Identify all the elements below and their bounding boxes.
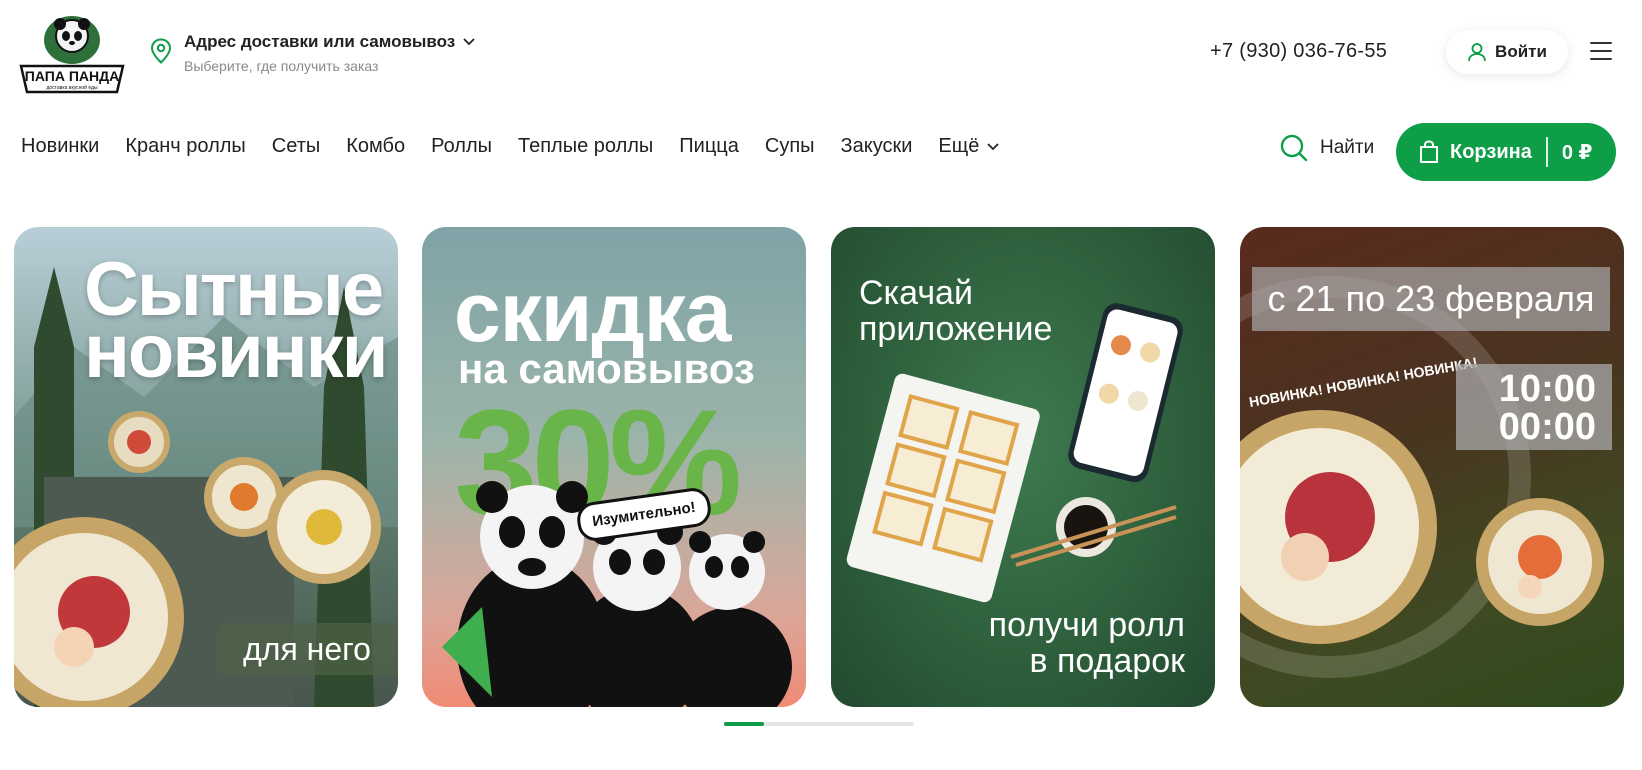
nav-item-crunch-rolls[interactable]: Кранч роллы [125,135,245,158]
nav-item-snacks[interactable]: Закуски [841,135,913,158]
shopping-bag-icon [1420,140,1438,163]
promo-carousel: Сытные новинки для него скидка на самовы… [14,227,1628,707]
phone-number[interactable]: +7 (930) 036-76-55 [1210,40,1387,63]
banner-4-time: 10:00 00:00 [1456,364,1612,450]
nav-item-combo[interactable]: Комбо [346,135,405,158]
nav-item-soups[interactable]: Супы [765,135,815,158]
header: ПАПА ПАНДА доставка вкусной еды Адрес до… [0,0,1642,100]
svg-text:доставка вкусной еды: доставка вкусной еды [46,84,97,91]
banner-new-hearty[interactable]: Сытные новинки для него [14,227,398,707]
banner-4-time-to: 00:00 [1498,406,1596,448]
nav-item-rolls[interactable]: Роллы [431,135,492,158]
location-pin-icon [150,38,172,64]
nav-item-novinki[interactable]: Новинки [21,135,99,158]
ring-text: НОВИНКА! НОВИНКА! НОВИНКА! [1248,354,1479,410]
cart-divider [1545,137,1548,167]
search-button[interactable]: Найти [1280,134,1374,162]
banner-4-date: с 21 по 23 февраля [1252,267,1610,331]
chevron-down-icon [463,38,475,46]
banner-3-subtitle: получи ролл в подарок [989,607,1185,679]
address-title: Адрес доставки или самовывоз [184,32,475,52]
banner-pickup-discount[interactable]: скидка на самовывоз 30% Изумительно! [422,227,806,707]
banner-new-rolls-dates[interactable]: НОВИНКА! НОВИНКА! НОВИНКА! с 21 по 23 фе… [1240,227,1624,707]
cart-button[interactable]: Корзина 0 ₽ [1396,123,1616,181]
menu-icon[interactable] [1590,42,1612,60]
cart-total: 0 ₽ [1561,141,1593,164]
banner-1-subtitle: для него [216,623,398,675]
nav-more-label: Ещё [938,135,980,157]
chevron-down-icon [987,142,999,150]
banner-4-time-from: 10:00 [1498,368,1596,410]
delivery-address-selector[interactable]: Адрес доставки или самовывоз Выберите, г… [150,32,475,74]
nav-item-sets[interactable]: Сеты [272,135,320,158]
banner-3-subtitle-line1: получи ролл [988,606,1185,644]
login-label: Войти [1495,42,1547,61]
nav-item-more[interactable]: Ещё [938,135,999,158]
banner-1-title-line2: новинки [84,309,388,394]
cart-label: Корзина [1450,140,1532,163]
nav-item-warm-rolls[interactable]: Теплые роллы [518,135,653,158]
carousel-progress-active [724,722,764,726]
banner-1-title: Сытные новинки [84,252,388,394]
search-icon [1280,134,1308,162]
banner-download-app[interactable]: Скачай приложение получи ролл в подарок [831,227,1215,707]
category-nav: Новинки Кранч роллы Сеты Комбо Роллы Теп… [21,135,999,158]
nav-item-pizza[interactable]: Пицца [679,135,739,158]
user-icon [1468,43,1486,62]
pandas-illustration [442,481,792,707]
banner-3-subtitle-line2: в подарок [1029,642,1185,680]
search-label: Найти [1320,137,1375,158]
address-subtitle: Выберите, где получить заказ [184,58,379,74]
login-button[interactable]: Войти [1446,30,1568,74]
svg-text:ПАПА ПАНДА: ПАПА ПАНДА [25,68,119,84]
papa-panda-logo[interactable]: ПАПА ПАНДА доставка вкусной еды [17,10,127,94]
carousel-progress[interactable] [724,722,914,726]
